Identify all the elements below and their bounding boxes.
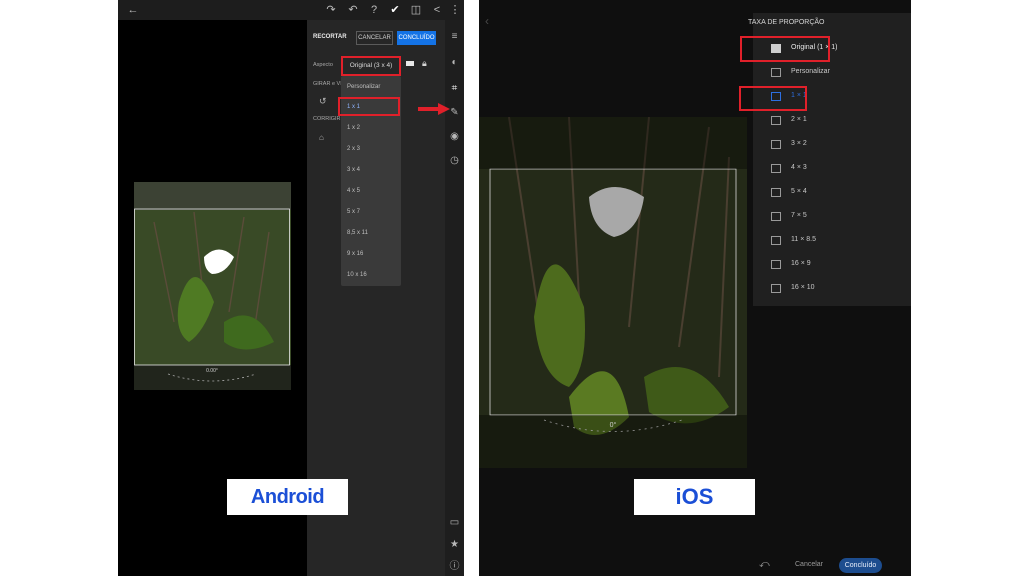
android-straighten-value: 0.00° (206, 368, 218, 374)
dropdown-item[interactable]: Personalizar (347, 84, 380, 90)
ratio-icon (771, 212, 781, 221)
dropdown-item[interactable]: 5 x 7 (347, 209, 360, 215)
menu-item-5x4[interactable]: 5 × 4 (753, 181, 911, 205)
panel-title: RECORTAR (313, 34, 347, 40)
android-top-bar: ← ↷ ↶ ? ✔ ◫ < ⋮ (118, 0, 464, 20)
back-icon[interactable]: ← (126, 3, 140, 17)
lock-icon[interactable]: 🔒︎ (422, 58, 427, 69)
menu-item-3x2[interactable]: 3 × 2 (753, 133, 911, 157)
dropdown-item[interactable]: 3 x 4 (347, 167, 360, 173)
compare-icon[interactable]: ◫ (409, 3, 423, 17)
ratio-icon (771, 260, 781, 269)
share-icon[interactable]: < (430, 3, 444, 17)
ratio-icon (771, 284, 781, 293)
dropdown-item[interactable]: 9 x 16 (347, 251, 363, 257)
aspect-shape-icon[interactable] (406, 61, 414, 66)
done-button[interactable]: Concluído (839, 558, 882, 573)
platform-label-ios: iOS (634, 479, 755, 515)
done-button[interactable]: CONCLUÍDO (397, 31, 436, 45)
comment-icon[interactable]: ▭ (448, 516, 461, 529)
highlight-box (338, 97, 400, 116)
menu-item-custom[interactable]: Personalizar (753, 61, 911, 85)
platform-label-android: Android (227, 479, 348, 515)
highlight-box (740, 36, 830, 62)
undo-icon[interactable]: ↶ (346, 3, 360, 17)
ratio-icon (771, 164, 781, 173)
menu-title: TAXA DE PROPORÇÃO (748, 19, 825, 26)
crop-icon[interactable]: ⌗ (448, 82, 461, 95)
auto-straighten-icon[interactable]: ⌂ (319, 133, 324, 142)
history-icon[interactable]: ◷ (448, 154, 461, 167)
dropdown-item[interactable]: 4 x 5 (347, 188, 360, 194)
aspect-ratio-menu: TAXA DE PROPORÇÃO Original (1 × 1) Perso… (739, 13, 911, 306)
more-icon[interactable]: ⋮ (448, 3, 462, 17)
menu-item-4x3[interactable]: 4 × 3 (753, 157, 911, 181)
dropdown-item[interactable]: 8,5 x 11 (347, 230, 368, 236)
custom-ratio-icon (771, 68, 781, 77)
star-icon[interactable]: ★ (448, 538, 461, 551)
cancel-button[interactable]: Cancelar (795, 561, 823, 568)
help-icon[interactable]: ? (367, 3, 381, 17)
ratio-icon (771, 188, 781, 197)
ios-photo[interactable]: 0° (479, 117, 747, 468)
aspect-label: Aspecto (313, 62, 333, 68)
cancel-button[interactable]: CANCELAR (356, 31, 393, 45)
menu-item-11x8-5[interactable]: 11 × 8.5 (753, 229, 911, 253)
dropdown-item[interactable]: 2 x 3 (347, 146, 360, 152)
dropdown-item[interactable]: 1 x 2 (347, 125, 360, 131)
back-icon[interactable]: ‹ (485, 14, 489, 28)
menu-item-16x9[interactable]: 16 × 9 (753, 253, 911, 277)
sliders-icon[interactable]: ≡ (448, 30, 461, 43)
menu-item-2x1[interactable]: 2 × 1 (753, 109, 911, 133)
rotate-icon[interactable]: ↺ (319, 96, 327, 107)
highlight-box (739, 86, 807, 111)
aspect-select[interactable]: Original (3 x 4) (341, 56, 401, 76)
ios-straighten-value: 0° (610, 421, 617, 429)
android-photo[interactable]: 0.00° (134, 182, 291, 390)
menu-item-16x10[interactable]: 16 × 10 (753, 277, 911, 301)
arrow-icon (418, 103, 450, 115)
dropdown-item[interactable]: 10 x 16 (347, 272, 367, 278)
aspect-dropdown: Personalizar 1 x 1 1 x 2 2 x 3 3 x 4 4 x… (338, 76, 401, 286)
ratio-icon (771, 236, 781, 245)
ratio-icon (771, 116, 781, 125)
info-icon[interactable]: ⓘ (448, 560, 461, 573)
masking-icon[interactable]: ◉ (448, 130, 461, 143)
menu-item-7x5[interactable]: 7 × 5 (753, 205, 911, 229)
reset-icon[interactable]: ⤺ (759, 559, 771, 571)
presets-icon[interactable]: ◐ (448, 56, 461, 69)
ratio-icon (771, 140, 781, 149)
redo-icon[interactable]: ↷ (324, 3, 338, 17)
checkmark-icon[interactable]: ✔ (388, 3, 402, 17)
correct-label: CORRIGIR (313, 116, 341, 122)
